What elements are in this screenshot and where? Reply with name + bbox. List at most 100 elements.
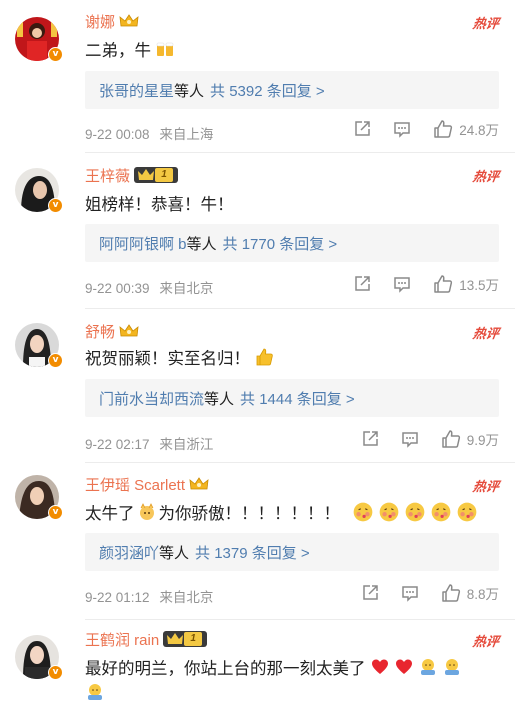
reply-suffix: 等人 xyxy=(159,544,190,562)
kiss-emoji-group xyxy=(348,501,478,523)
thumbs-up-emoji-icon xyxy=(256,348,273,366)
kiss-emoji-icon xyxy=(405,502,425,522)
reply-summary[interactable]: 张哥的星星 等人 共 5392 条回复 > xyxy=(85,71,499,109)
username[interactable]: 王梓薇 xyxy=(85,165,130,186)
crown-icon xyxy=(119,324,139,337)
location: 来自北京 xyxy=(159,281,214,296)
share-button[interactable] xyxy=(361,430,379,448)
share-icon xyxy=(362,431,378,446)
share-icon xyxy=(362,585,378,600)
comment-text: 姐榜样！恭喜！牛！ xyxy=(85,196,234,214)
comment-text: 太牛了 为你骄傲！！！！！！！ xyxy=(85,500,478,524)
timestamp: 9-22 00:39 xyxy=(85,281,150,296)
share-button[interactable] xyxy=(353,120,371,138)
reply-count-link[interactable]: 共 5392 条回复 > xyxy=(210,80,325,101)
comment-meta: 9-22 02:17 来自浙江 xyxy=(85,433,213,453)
comment-icon xyxy=(394,277,410,293)
share-button[interactable] xyxy=(361,584,379,602)
comment-text: 最好的明兰，你站上台的那一刻太美了 xyxy=(85,655,462,679)
reply-user-link[interactable]: 阿阿阿银啊 b xyxy=(99,233,187,254)
hug-emoji-icon xyxy=(420,659,435,675)
username[interactable]: 舒畅 xyxy=(85,321,115,342)
member-level-number: 1 xyxy=(184,632,203,646)
hug-emoji-icon xyxy=(444,659,459,675)
verified-icon: v xyxy=(48,47,63,62)
like-count: 9.9万 xyxy=(466,433,499,448)
verified-icon: v xyxy=(48,665,63,680)
location: 来自北京 xyxy=(159,590,214,605)
hug-emoji-icon xyxy=(88,684,102,700)
hot-comment-badge: 热评 xyxy=(471,479,500,494)
reply-count-link[interactable]: 共 1444 条回复 > xyxy=(240,388,355,409)
thumbs-up-icon xyxy=(441,584,460,602)
like-count: 24.8万 xyxy=(459,123,499,138)
location: 来自上海 xyxy=(159,127,214,142)
reply-count-link[interactable]: 共 1770 条回复 > xyxy=(223,233,338,254)
kiss-emoji-icon xyxy=(379,502,399,522)
timestamp: 9-22 02:17 xyxy=(85,437,150,452)
reply-user-link[interactable]: 颜羽涵吖 xyxy=(99,542,159,563)
divider xyxy=(85,462,515,463)
share-icon xyxy=(355,276,370,291)
reply-suffix: 等人 xyxy=(204,390,235,408)
comment-icon xyxy=(401,586,418,602)
username[interactable]: 谢娜 xyxy=(85,11,115,32)
timestamp: 9-22 00:08 xyxy=(85,127,150,142)
crown-icon xyxy=(167,633,184,644)
member-level-number: 1 xyxy=(155,168,174,182)
crown-icon xyxy=(138,169,155,180)
hot-comment-badge: 热评 xyxy=(471,326,500,341)
reply-summary[interactable]: 颜羽涵吖 等人 共 1379 条回复 > xyxy=(85,533,499,571)
share-icon xyxy=(355,121,370,136)
red-heart-icon xyxy=(395,659,412,674)
reply-summary[interactable]: 阿阿阿银啊 b 等人 共 1770 条回复 > xyxy=(85,224,499,262)
comment-button[interactable] xyxy=(401,584,419,602)
share-button[interactable] xyxy=(353,275,371,293)
reply-user-link[interactable]: 张哥的星星 xyxy=(99,80,174,101)
like-count: 13.5万 xyxy=(459,278,499,293)
comment-meta: 9-22 01:12 来自北京 xyxy=(85,586,213,606)
hot-comment-badge: 热评 xyxy=(471,634,500,649)
comment-meta: 9-22 00:08 来自上海 xyxy=(85,123,213,143)
timestamp: 9-22 01:12 xyxy=(85,590,150,605)
username[interactable]: 王鹤润 rain xyxy=(85,629,159,650)
location: 来自浙江 xyxy=(159,437,214,452)
crown-icon xyxy=(189,477,209,490)
verified-icon: v xyxy=(48,505,63,520)
beer-emoji-icon xyxy=(156,42,174,56)
comment-button[interactable] xyxy=(393,120,411,138)
reply-user-link[interactable]: 门前水当却西流 xyxy=(99,388,204,409)
comment-icon xyxy=(394,122,410,138)
thumbs-up-icon xyxy=(441,430,460,448)
divider xyxy=(85,619,515,620)
comment-text-continuation xyxy=(85,682,105,702)
like-count: 8.8万 xyxy=(466,587,499,602)
member-level-badge: 1 xyxy=(134,167,179,183)
reply-summary[interactable]: 门前水当却西流 等人 共 1444 条回复 > xyxy=(85,379,499,417)
verified-icon: v xyxy=(48,353,63,368)
cat-emoji-icon xyxy=(139,503,154,520)
comment-text: 祝贺丽颖！实至名归！ xyxy=(85,345,274,369)
like-button[interactable]: 8.8万 xyxy=(441,583,499,603)
comment-button[interactable] xyxy=(401,430,419,448)
like-button[interactable]: 13.5万 xyxy=(433,274,499,294)
kiss-emoji-icon xyxy=(457,502,477,522)
reply-count-link[interactable]: 共 1379 条回复 > xyxy=(195,542,310,563)
thumbs-up-icon xyxy=(434,275,453,293)
comment-button[interactable] xyxy=(393,275,411,293)
crown-icon xyxy=(119,14,139,27)
comment-meta: 9-22 00:39 来自北京 xyxy=(85,277,213,297)
reply-suffix: 等人 xyxy=(186,235,217,253)
username[interactable]: 王伊瑶 Scarlett xyxy=(85,474,185,495)
comment-text: 二弟，牛 xyxy=(85,37,175,61)
verified-icon: v xyxy=(48,198,63,213)
divider xyxy=(85,152,515,153)
like-button[interactable]: 24.8万 xyxy=(433,119,499,139)
red-heart-icon xyxy=(371,659,388,674)
hot-comment-badge: 热评 xyxy=(471,16,500,31)
hot-comment-badge: 热评 xyxy=(471,169,500,184)
like-button[interactable]: 9.9万 xyxy=(441,429,499,449)
comment-icon xyxy=(401,432,418,448)
kiss-emoji-icon xyxy=(353,502,373,522)
thumbs-up-icon xyxy=(434,120,453,138)
